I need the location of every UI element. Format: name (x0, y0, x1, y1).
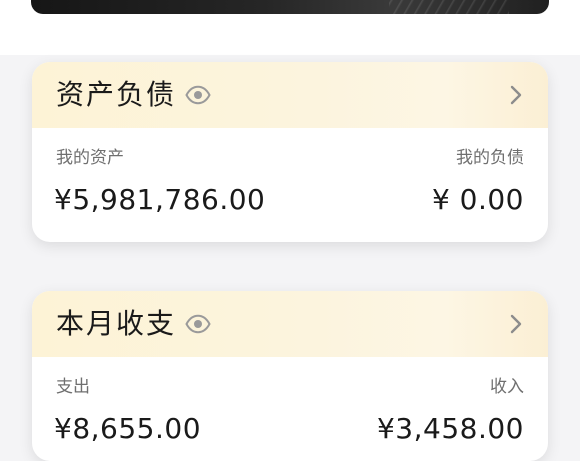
my-liabilities-value: ¥ 0.00 (431, 183, 524, 216)
dark-banner-card-edge[interactable] (31, 0, 549, 14)
my-assets-label: 我的资产 (56, 148, 124, 168)
expense-value: ¥8,655.00 (54, 412, 202, 445)
monthly-card-title: 本月收支 (56, 307, 177, 340)
assets-card-header[interactable]: 资产负债 (32, 62, 548, 128)
my-assets-value: ¥5,981,786.00 (54, 183, 266, 216)
eye-icon[interactable] (185, 314, 211, 334)
chevron-right-icon[interactable] (508, 312, 524, 336)
income-label: 收入 (490, 377, 524, 397)
income-value: ¥3,458.00 (376, 412, 524, 445)
banner-sheen (389, 0, 509, 14)
chevron-right-icon[interactable] (508, 83, 524, 107)
my-liabilities-label: 我的负债 (456, 148, 524, 168)
assets-card-title: 资产负债 (56, 78, 177, 111)
assets-liabilities-card[interactable]: 资产负债 我的资产 我的负债 ¥5,981,786.00 ¥ 0.00 (32, 62, 548, 242)
monthly-card-header[interactable]: 本月收支 (32, 291, 548, 357)
top-band (0, 0, 580, 55)
monthly-income-expense-card[interactable]: 本月收支 支出 收入 ¥8,655.00 ¥3,458.00 (32, 291, 548, 461)
expense-label: 支出 (56, 377, 90, 397)
eye-icon[interactable] (185, 85, 211, 105)
